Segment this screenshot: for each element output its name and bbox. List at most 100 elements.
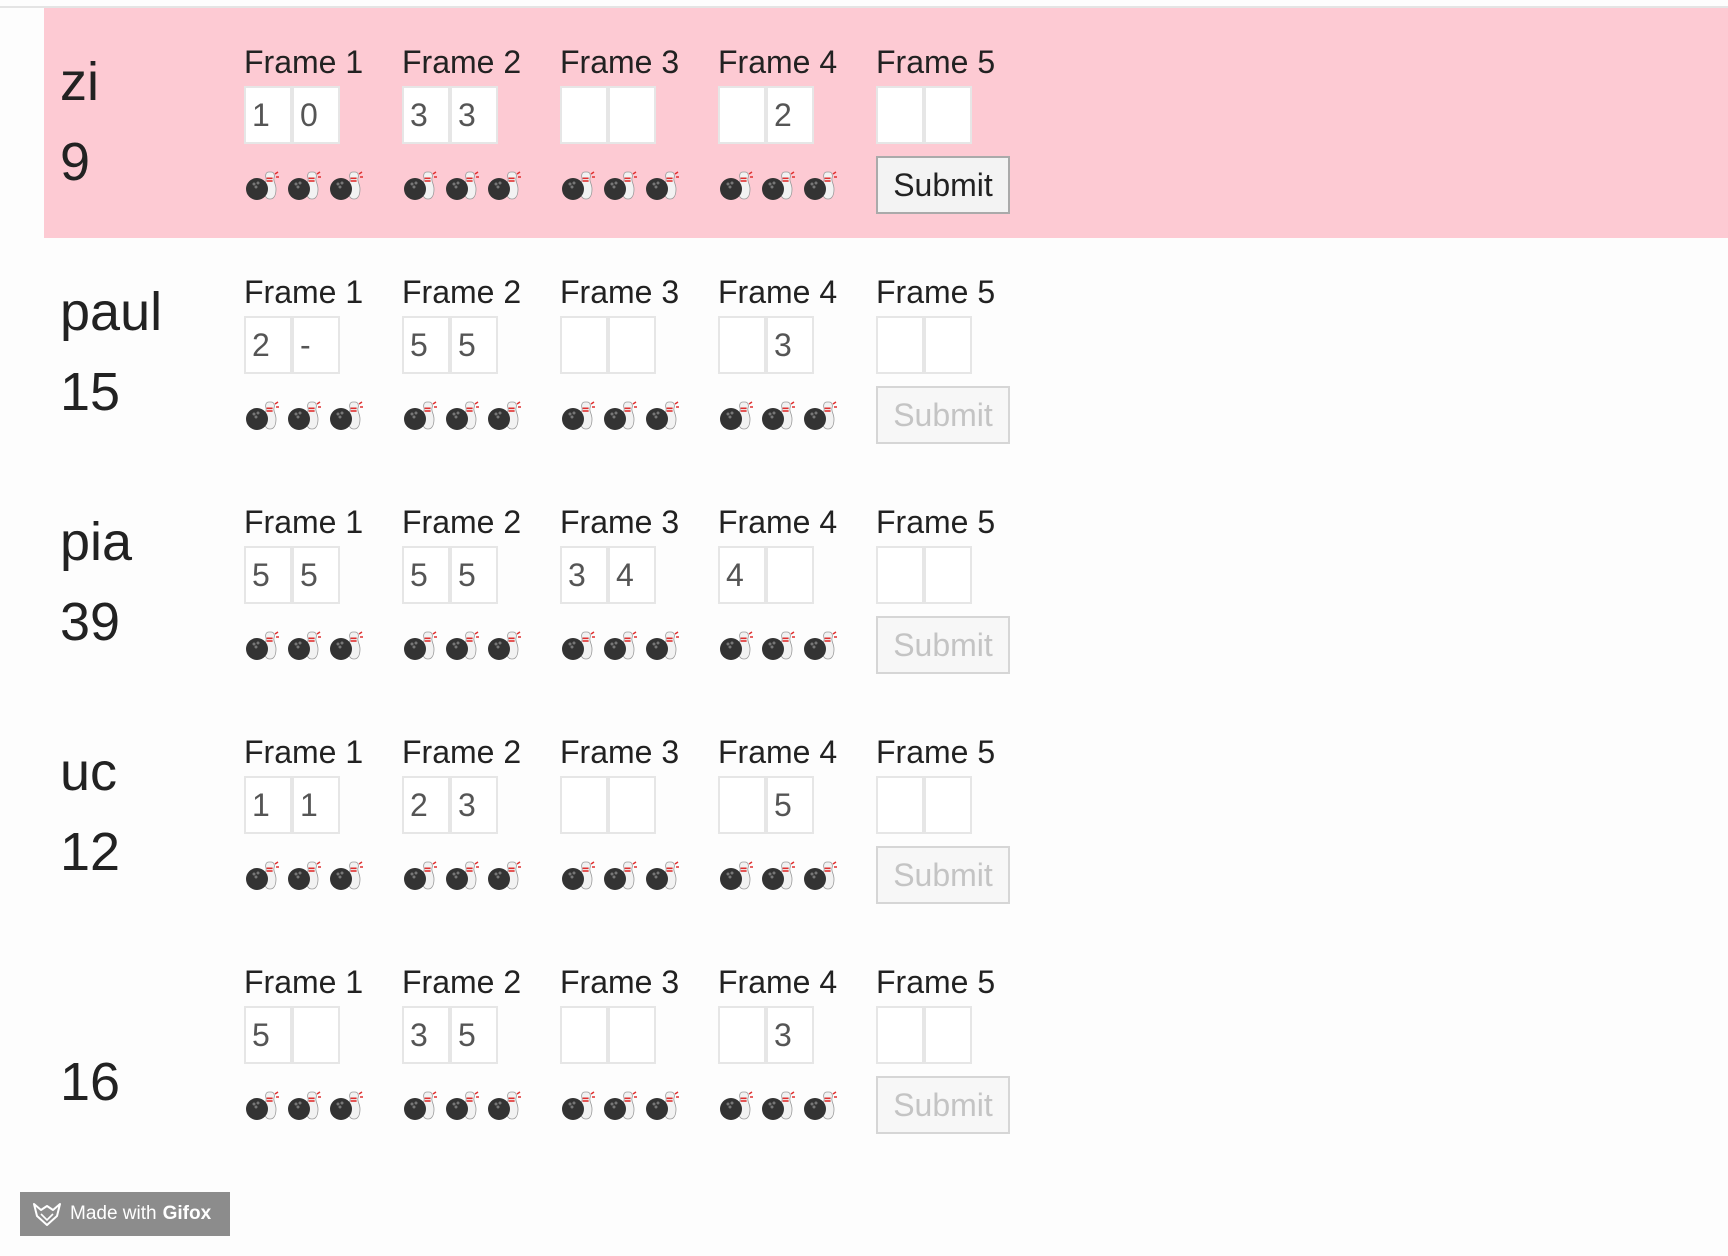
bowl-button[interactable] xyxy=(644,398,680,437)
roll-input[interactable] xyxy=(924,546,972,604)
bowl-button[interactable] xyxy=(602,398,638,437)
roll-input[interactable]: 5 xyxy=(402,316,450,374)
roll-input[interactable] xyxy=(876,776,924,834)
roll-input[interactable] xyxy=(560,1006,608,1064)
bowl-button[interactable] xyxy=(560,168,596,207)
bowl-button[interactable] xyxy=(802,1088,838,1127)
bowl-button[interactable] xyxy=(286,628,322,667)
bowl-button[interactable] xyxy=(718,1088,754,1127)
submit-button[interactable]: Submit xyxy=(876,1076,1010,1134)
roll-input[interactable]: 5 xyxy=(450,1006,498,1064)
roll-input[interactable]: 5 xyxy=(766,776,814,834)
roll-input[interactable] xyxy=(560,86,608,144)
roll-input[interactable] xyxy=(608,776,656,834)
bowl-button[interactable] xyxy=(802,168,838,207)
roll-input[interactable] xyxy=(924,86,972,144)
bowl-button[interactable] xyxy=(802,628,838,667)
roll-input[interactable]: 4 xyxy=(718,546,766,604)
bowl-button[interactable] xyxy=(244,628,280,667)
bowl-button[interactable] xyxy=(718,858,754,897)
bowl-button[interactable] xyxy=(286,168,322,207)
roll-input[interactable]: 3 xyxy=(450,776,498,834)
submit-button[interactable]: Submit xyxy=(876,386,1010,444)
roll-input[interactable]: 2 xyxy=(766,86,814,144)
roll-input[interactable] xyxy=(924,1006,972,1064)
bowl-button[interactable] xyxy=(402,1088,438,1127)
bowl-button[interactable] xyxy=(402,628,438,667)
roll-input[interactable] xyxy=(924,316,972,374)
submit-button[interactable]: Submit xyxy=(876,616,1010,674)
roll-input[interactable]: 5 xyxy=(402,546,450,604)
roll-input[interactable] xyxy=(560,776,608,834)
roll-input[interactable]: 1 xyxy=(244,776,292,834)
bowl-button[interactable] xyxy=(718,398,754,437)
roll-input[interactable] xyxy=(718,776,766,834)
bowl-button[interactable] xyxy=(444,858,480,897)
bowl-button[interactable] xyxy=(444,628,480,667)
bowl-button[interactable] xyxy=(602,858,638,897)
roll-input[interactable]: 3 xyxy=(560,546,608,604)
bowl-button[interactable] xyxy=(444,168,480,207)
bowl-button[interactable] xyxy=(402,398,438,437)
bowl-button[interactable] xyxy=(244,168,280,207)
bowl-button[interactable] xyxy=(328,168,364,207)
roll-input[interactable]: 3 xyxy=(402,86,450,144)
roll-input[interactable]: 5 xyxy=(450,546,498,604)
bowl-button[interactable] xyxy=(444,1088,480,1127)
roll-input[interactable] xyxy=(924,776,972,834)
roll-input[interactable] xyxy=(608,316,656,374)
bowl-button[interactable] xyxy=(760,398,796,437)
bowl-button[interactable] xyxy=(644,168,680,207)
roll-input[interactable] xyxy=(766,546,814,604)
bowl-button[interactable] xyxy=(644,858,680,897)
bowl-button[interactable] xyxy=(802,858,838,897)
bowl-button[interactable] xyxy=(486,858,522,897)
bowl-button[interactable] xyxy=(486,168,522,207)
bowl-button[interactable] xyxy=(718,168,754,207)
bowl-button[interactable] xyxy=(760,628,796,667)
bowl-button[interactable] xyxy=(286,858,322,897)
roll-input[interactable] xyxy=(718,1006,766,1064)
roll-input[interactable]: 1 xyxy=(244,86,292,144)
bowl-button[interactable] xyxy=(802,398,838,437)
bowl-button[interactable] xyxy=(560,628,596,667)
bowl-button[interactable] xyxy=(760,1088,796,1127)
submit-button[interactable]: Submit xyxy=(876,846,1010,904)
roll-input[interactable]: - xyxy=(292,316,340,374)
bowl-button[interactable] xyxy=(602,628,638,667)
roll-input[interactable]: 3 xyxy=(450,86,498,144)
bowl-button[interactable] xyxy=(560,858,596,897)
bowl-button[interactable] xyxy=(486,398,522,437)
bowl-button[interactable] xyxy=(760,858,796,897)
roll-input[interactable]: 3 xyxy=(766,1006,814,1064)
bowl-button[interactable] xyxy=(244,398,280,437)
roll-input[interactable]: 4 xyxy=(608,546,656,604)
roll-input[interactable]: 0 xyxy=(292,86,340,144)
submit-button[interactable]: Submit xyxy=(876,156,1010,214)
bowl-button[interactable] xyxy=(486,628,522,667)
bowl-button[interactable] xyxy=(328,628,364,667)
bowl-button[interactable] xyxy=(560,1088,596,1127)
roll-input[interactable] xyxy=(876,1006,924,1064)
roll-input[interactable]: 2 xyxy=(244,316,292,374)
bowl-button[interactable] xyxy=(402,168,438,207)
roll-input[interactable]: 3 xyxy=(766,316,814,374)
roll-input[interactable] xyxy=(718,316,766,374)
roll-input[interactable] xyxy=(876,316,924,374)
roll-input[interactable] xyxy=(876,546,924,604)
roll-input[interactable]: 5 xyxy=(244,1006,292,1064)
bowl-button[interactable] xyxy=(644,628,680,667)
bowl-button[interactable] xyxy=(486,1088,522,1127)
bowl-button[interactable] xyxy=(760,168,796,207)
bowl-button[interactable] xyxy=(328,858,364,897)
bowl-button[interactable] xyxy=(328,1088,364,1127)
bowl-button[interactable] xyxy=(328,398,364,437)
roll-input[interactable] xyxy=(718,86,766,144)
bowl-button[interactable] xyxy=(244,1088,280,1127)
roll-input[interactable] xyxy=(292,1006,340,1064)
roll-input[interactable]: 5 xyxy=(244,546,292,604)
bowl-button[interactable] xyxy=(402,858,438,897)
roll-input[interactable]: 2 xyxy=(402,776,450,834)
bowl-button[interactable] xyxy=(644,1088,680,1127)
roll-input[interactable]: 5 xyxy=(292,546,340,604)
